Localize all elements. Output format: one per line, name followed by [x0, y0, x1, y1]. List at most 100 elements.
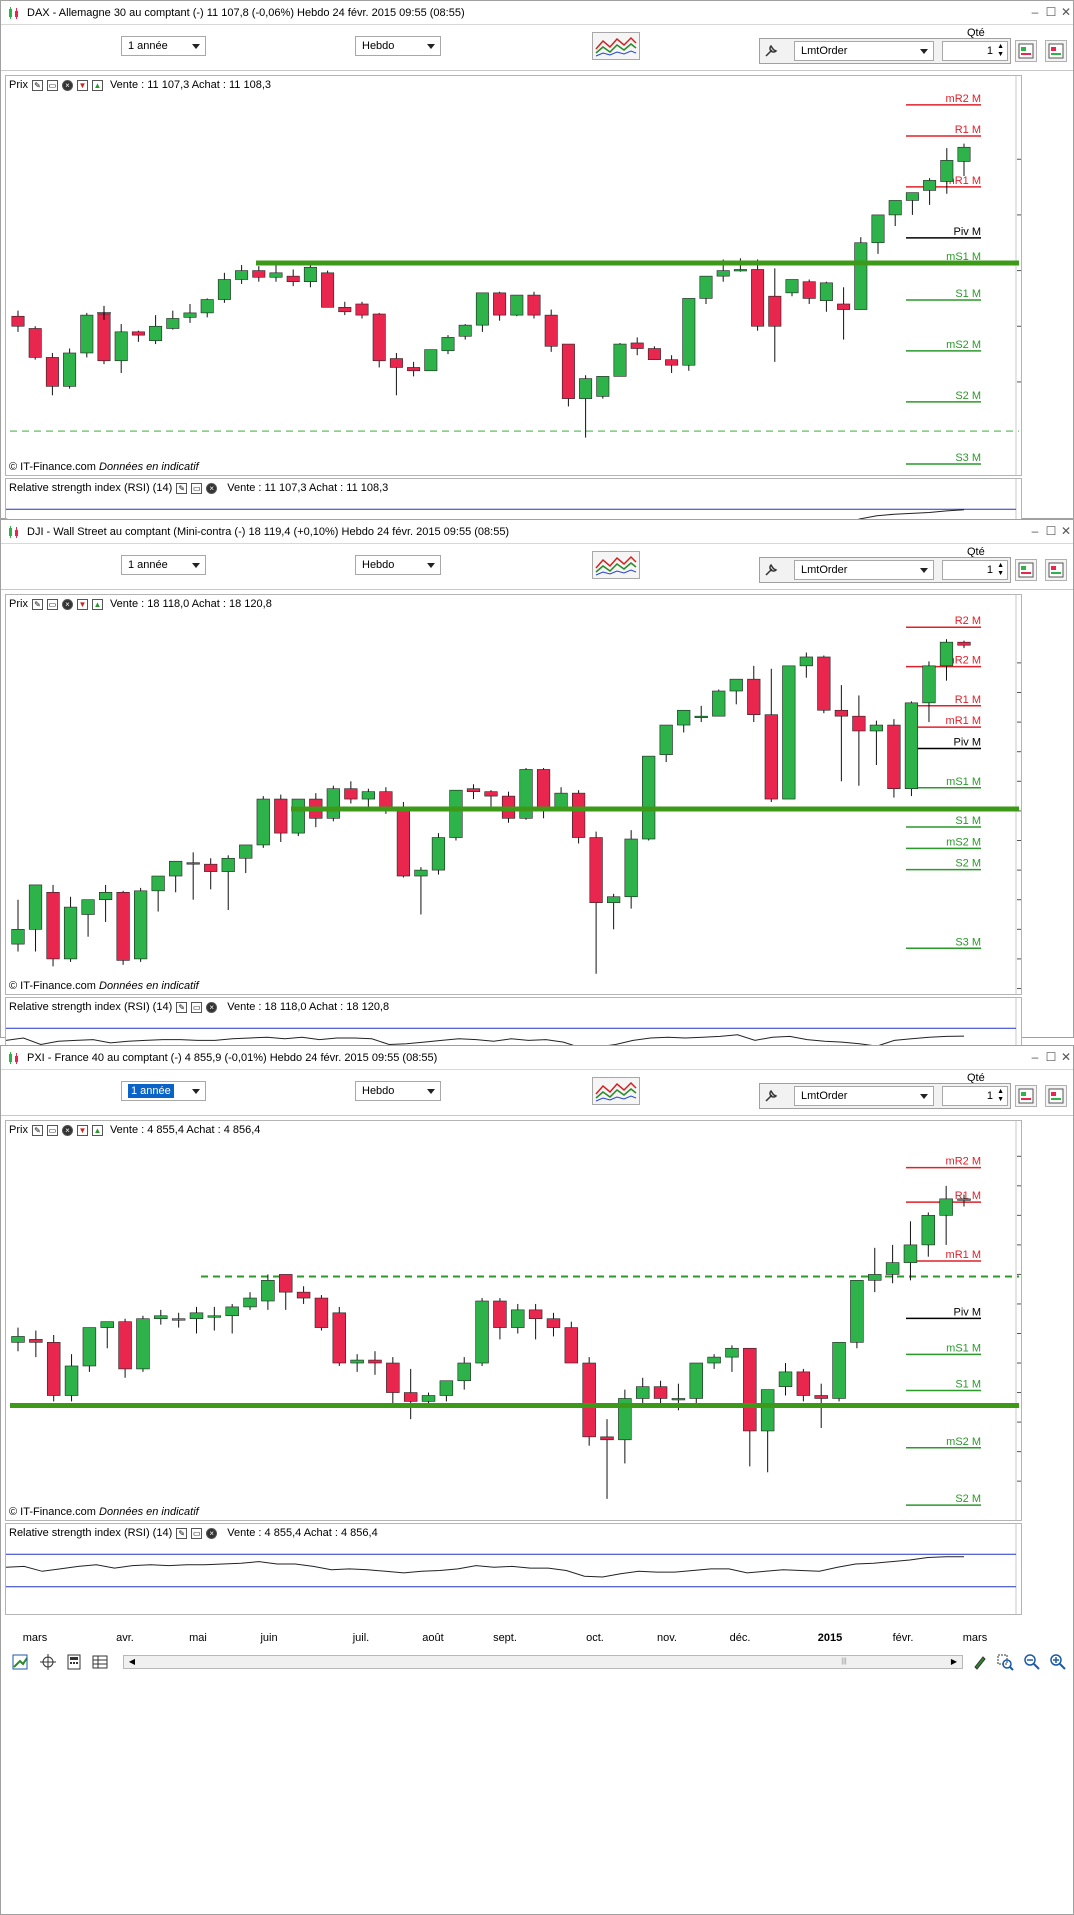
alert-icon[interactable]: ▼ [76, 598, 88, 610]
window-icon[interactable]: ▭ [46, 79, 58, 91]
window-icon[interactable]: ▭ [191, 1001, 203, 1013]
order-type-select[interactable]: LmtOrder [794, 41, 934, 61]
close-circle-icon[interactable]: × [206, 482, 218, 494]
minimize-button[interactable]: – [1028, 5, 1042, 19]
drawing-tools-icon[interactable] [971, 1653, 989, 1671]
maximize-button[interactable]: ☐ [1044, 1050, 1058, 1064]
price-chart-canvas[interactable]: 3 9004 0004 1004 2004 3004 4004 5004 600… [6, 1121, 1021, 1520]
wrench-icon[interactable] [764, 1089, 778, 1103]
chart-window-2: DJI - Wall Street au comptant (Mini-cont… [0, 519, 1074, 1147]
close-circle-icon[interactable]: × [61, 1124, 73, 1136]
stepper-arrows-icon[interactable]: ▲ ▼ [997, 1088, 1004, 1104]
window-icon[interactable]: ▭ [46, 1124, 58, 1136]
sell-order-button[interactable] [1045, 40, 1067, 62]
order-ticket-icon [1048, 43, 1064, 59]
price-chart-canvas[interactable]: 15 80016 00016 20016 40016 60016 80017 0… [6, 595, 1021, 994]
candle-up [854, 242, 868, 310]
indicators-button[interactable] [592, 551, 640, 579]
buy-order-button[interactable] [1015, 1085, 1037, 1107]
sell-order-button[interactable] [1045, 1085, 1067, 1107]
wrench-icon[interactable]: ✎ [31, 598, 43, 610]
rsi-line [6, 1556, 964, 1578]
pivot-label: S2 M [955, 390, 981, 402]
order-type-select[interactable]: LmtOrder [794, 1086, 934, 1106]
scroll-left-icon[interactable]: ◀ [126, 1656, 138, 1668]
minimize-button[interactable]: – [1028, 1050, 1042, 1064]
zoom-box-icon[interactable] [996, 1653, 1014, 1671]
quantity-stepper[interactable]: 1 ▲ ▼ [942, 41, 1008, 61]
candle-down [653, 1386, 668, 1399]
price-chart[interactable]: 3 9004 0004 1004 2004 3004 4004 5004 600… [5, 1120, 1022, 1521]
order-type-select[interactable]: LmtOrder [794, 560, 934, 580]
buy-order-button[interactable] [1015, 40, 1037, 62]
price-chart[interactable]: 15 80016 00016 20016 40016 60016 80017 0… [5, 594, 1022, 995]
candle-down [466, 788, 481, 792]
zoom-in-icon[interactable] [1049, 1653, 1067, 1671]
buy-order-button[interactable] [1015, 559, 1037, 581]
candle-down [484, 791, 498, 797]
alert-icon[interactable]: ▼ [76, 79, 88, 91]
candle-up [923, 180, 937, 191]
wrench-icon[interactable] [764, 44, 778, 58]
window-icon[interactable]: ▭ [46, 598, 58, 610]
quantity-stepper[interactable]: 1 ▲ ▼ [942, 560, 1008, 580]
indicators-button[interactable] [592, 32, 640, 60]
candle-down [321, 272, 335, 308]
close-button[interactable]: ✕ [1059, 524, 1073, 538]
candle-up [475, 292, 489, 326]
maximize-button[interactable]: ☐ [1044, 5, 1058, 19]
minimize-button[interactable]: – [1028, 524, 1042, 538]
close-circle-icon[interactable]: × [206, 1001, 218, 1013]
wrench-icon[interactable]: ✎ [31, 79, 43, 91]
period-select[interactable]: 1 année [121, 555, 206, 575]
close-circle-icon[interactable]: × [206, 1527, 218, 1539]
trade-icon[interactable]: ▲ [91, 79, 103, 91]
grid-table-icon[interactable] [91, 1653, 109, 1671]
candle-down [743, 1347, 757, 1432]
candle-up [63, 352, 77, 387]
trade-icon[interactable]: ▲ [91, 1124, 103, 1136]
price-chart[interactable]: 9 0009 50010 00010 50011 000mR2 M11 488R… [5, 75, 1022, 476]
stepper-arrows-icon[interactable]: ▲ ▼ [997, 562, 1004, 578]
timeframe-select[interactable]: Hebdo [355, 1081, 441, 1101]
timeframe-select[interactable]: Hebdo [355, 555, 441, 575]
crosshair-icon[interactable] [39, 1653, 57, 1671]
close-circle-icon[interactable]: × [61, 598, 73, 610]
timeframe-select[interactable]: Hebdo [355, 36, 441, 56]
close-button[interactable]: ✕ [1059, 1050, 1073, 1064]
scroll-thumb[interactable]: ||| [744, 1658, 944, 1666]
pivot-label: mS2 M [946, 339, 981, 351]
rsi-panel[interactable]: 10080604020067,013 Relative strength ind… [5, 1523, 1022, 1615]
maximize-button[interactable]: ☐ [1044, 524, 1058, 538]
window-icon[interactable]: ▭ [191, 1527, 203, 1539]
period-select[interactable]: 1 année [121, 1081, 206, 1101]
wrench-icon[interactable] [764, 563, 778, 577]
alert-icon[interactable]: ▼ [76, 1124, 88, 1136]
price-chart-canvas[interactable]: 9 0009 50010 00010 50011 000mR2 M11 488R… [6, 76, 1021, 475]
export-icon[interactable] [11, 1653, 29, 1671]
wrench-icon[interactable]: ✎ [31, 1124, 43, 1136]
trade-icon[interactable]: ▲ [91, 598, 103, 610]
wrench-icon[interactable]: ✎ [176, 1527, 188, 1539]
pivot-label: mR2 M [946, 93, 981, 105]
candle-up [151, 875, 165, 892]
sell-order-button[interactable] [1045, 559, 1067, 581]
time-scrollbar[interactable]: ◀ ||| ▶ [123, 1655, 963, 1669]
indicators-button[interactable] [592, 1077, 640, 1105]
stepper-arrows-icon[interactable]: ▲ ▼ [997, 43, 1004, 59]
candle-down [29, 1339, 43, 1343]
close-button[interactable]: ✕ [1059, 5, 1073, 19]
order-ticket-icon [1048, 562, 1064, 578]
chevron-down-icon [192, 44, 200, 49]
candle-down [852, 715, 866, 732]
close-circle-icon[interactable]: × [61, 79, 73, 91]
wrench-icon[interactable]: ✎ [176, 482, 188, 494]
zoom-out-icon[interactable] [1023, 1653, 1041, 1671]
calculator-icon[interactable] [65, 1653, 83, 1671]
candle-down [493, 1300, 507, 1328]
quantity-stepper[interactable]: 1 ▲ ▼ [942, 1086, 1008, 1106]
window-icon[interactable]: ▭ [191, 482, 203, 494]
wrench-icon[interactable]: ✎ [176, 1001, 188, 1013]
period-select[interactable]: 1 année [121, 36, 206, 56]
scroll-right-icon[interactable]: ▶ [948, 1656, 960, 1668]
